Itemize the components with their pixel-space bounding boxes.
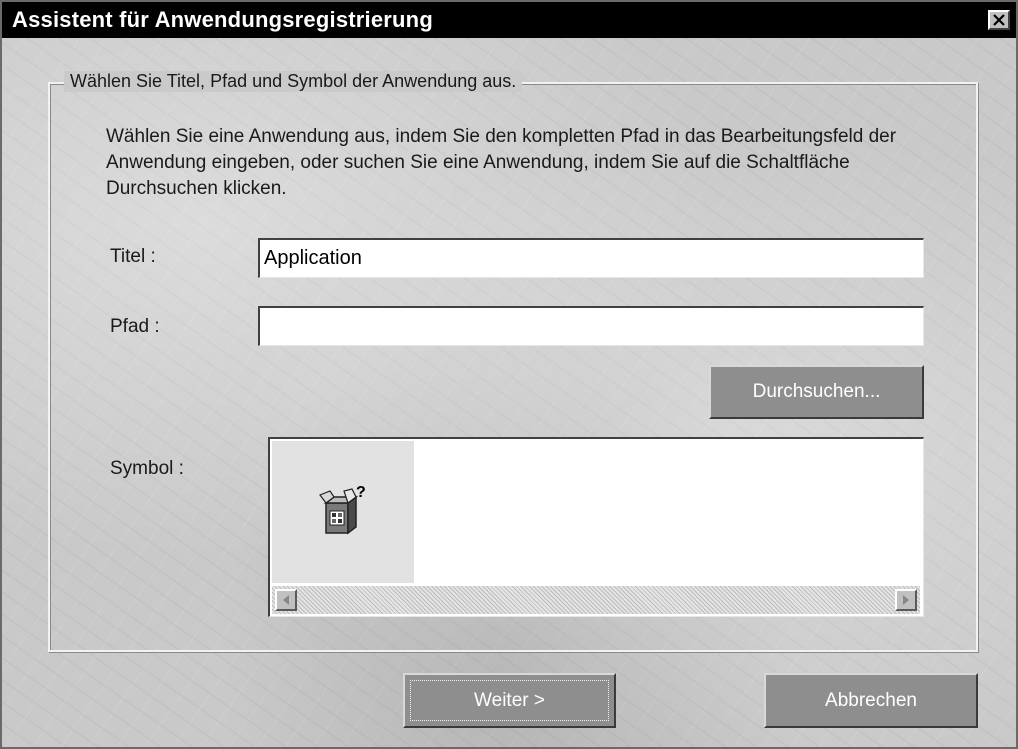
close-icon bbox=[993, 14, 1005, 26]
group-legend: Wählen Sie Titel, Pfad und Symbol der An… bbox=[64, 71, 523, 92]
browse-button-label: Durchsuchen... bbox=[752, 381, 881, 402]
symbol-list[interactable]: ? bbox=[268, 437, 924, 617]
title-input[interactable] bbox=[258, 238, 924, 278]
next-button-label: Weiter > bbox=[474, 689, 545, 711]
symbol-list-item[interactable]: ? bbox=[272, 441, 414, 583]
arrow-right-icon bbox=[903, 595, 909, 605]
scroll-left-button[interactable] bbox=[275, 589, 297, 611]
window-title: Assistent für Anwendungsregistrierung bbox=[12, 7, 433, 32]
symbol-label: Symbol : bbox=[110, 458, 184, 479]
browse-button[interactable]: Durchsuchen... bbox=[709, 365, 924, 419]
close-button[interactable] bbox=[988, 10, 1010, 30]
title-bar[interactable]: Assistent für Anwendungsregistrierung bbox=[2, 2, 1016, 38]
arrow-left-icon bbox=[283, 595, 289, 605]
registration-wizard-window: Assistent für Anwendungsregistrierung Wä… bbox=[0, 0, 1018, 749]
horizontal-scrollbar[interactable] bbox=[272, 586, 920, 614]
path-label: Pfad : bbox=[110, 316, 160, 337]
svg-text:?: ? bbox=[356, 485, 366, 501]
title-label: Titel : bbox=[110, 246, 156, 267]
scroll-right-button[interactable] bbox=[895, 589, 917, 611]
cancel-button[interactable]: Abbrechen bbox=[764, 673, 978, 728]
next-button[interactable]: Weiter > bbox=[403, 673, 616, 728]
instruction-text: Wählen Sie eine Anwendung aus, indem Sie… bbox=[106, 126, 897, 199]
unknown-application-box-icon: ? bbox=[319, 485, 366, 535]
path-input[interactable] bbox=[258, 306, 924, 346]
cancel-button-label: Abbrechen bbox=[825, 689, 917, 711]
